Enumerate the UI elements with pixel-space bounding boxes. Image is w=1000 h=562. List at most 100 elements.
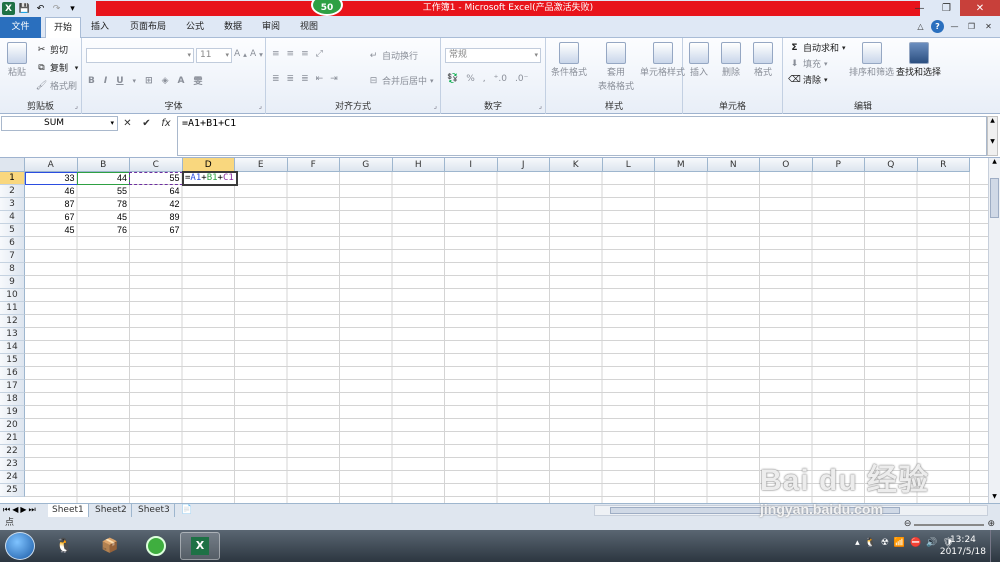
align-left-icon[interactable]: ≣ <box>272 74 280 84</box>
chevron-down-icon[interactable]: ▾ <box>133 77 137 85</box>
dialog-launcher-icon[interactable]: ⌟ <box>539 102 542 110</box>
row-header-13[interactable]: 13 <box>0 328 25 341</box>
fill-button[interactable]: ⬇ 填充 ▾ <box>789 57 828 71</box>
italic-button[interactable]: I <box>104 76 107 86</box>
tray-app-icon[interactable]: ☢ <box>881 538 889 548</box>
row-header-15[interactable]: 15 <box>0 354 25 367</box>
find-select-button[interactable]: 查找和选择 <box>896 42 941 78</box>
help-icon[interactable]: ? <box>931 20 944 33</box>
orientation-icon[interactable]: ⤢ <box>316 49 323 59</box>
column-header-c[interactable]: C <box>130 158 183 172</box>
copy-button[interactable]: ⧉ 复制 ▾ <box>36 61 82 75</box>
dialog-launcher-icon[interactable]: ⌟ <box>434 102 437 110</box>
row-header-6[interactable]: 6 <box>0 237 25 250</box>
new-sheet-icon[interactable]: 📄 <box>177 504 196 517</box>
dialog-launcher-icon[interactable]: ⌟ <box>259 102 262 110</box>
font-color-icon[interactable]: A <box>178 76 185 86</box>
tool-app-icon[interactable]: 📦 <box>90 532 130 560</box>
tab-file[interactable]: 文件 <box>0 17 41 38</box>
cell-b4[interactable]: 45 <box>78 211 131 224</box>
wrap-text-button[interactable]: ↵ 自动换行 <box>368 49 418 63</box>
first-sheet-icon[interactable]: ⏮ <box>3 505 10 515</box>
column-header-j[interactable]: J <box>497 158 550 172</box>
next-sheet-icon[interactable]: ▶ <box>20 505 26 515</box>
doc-minimize-icon[interactable]: — <box>948 20 961 33</box>
row-header-7[interactable]: 7 <box>0 250 25 263</box>
customize-qat-icon[interactable]: ▾ <box>66 2 79 15</box>
name-box[interactable]: SUM ▾ <box>1 116 118 131</box>
paste-button[interactable]: 粘贴 <box>7 42 27 78</box>
grow-font-button[interactable]: A ▴ A ▾ <box>234 49 263 59</box>
align-right-icon[interactable]: ≣ <box>301 74 309 84</box>
row-header-12[interactable]: 12 <box>0 315 25 328</box>
font-name-select[interactable]: ▾ <box>86 48 194 63</box>
column-header-e[interactable]: E <box>235 158 288 172</box>
cell-a3[interactable]: 87 <box>25 198 78 211</box>
format-cells-button[interactable]: 格式 <box>753 42 773 78</box>
format-as-table-button[interactable]: 套用 表格格式 <box>598 42 634 92</box>
doc-close-icon[interactable]: ✕ <box>982 20 995 33</box>
align-middle-icon[interactable]: ≡ <box>287 49 295 59</box>
redo-icon[interactable]: ↷ <box>50 2 63 15</box>
volume-icon[interactable]: 🔊 <box>926 538 937 548</box>
cell-c4[interactable]: 89 <box>130 211 183 224</box>
tab-view[interactable]: 视图 <box>294 17 324 38</box>
row-header-10[interactable]: 10 <box>0 289 25 302</box>
currency-icon[interactable]: 💱 <box>447 74 458 84</box>
qq-icon[interactable]: 🐧 <box>44 532 84 560</box>
increase-decimal-icon[interactable]: ⁺.0 <box>494 74 507 84</box>
sheet-tab-3[interactable]: Sheet3 <box>134 504 175 517</box>
row-header-5[interactable]: 5 <box>0 224 25 237</box>
prev-sheet-icon[interactable]: ◀ <box>12 505 18 515</box>
align-top-icon[interactable]: ≡ <box>272 49 280 59</box>
row-header-20[interactable]: 20 <box>0 419 25 432</box>
sheet-tab-2[interactable]: Sheet2 <box>91 504 132 517</box>
row-header-3[interactable]: 3 <box>0 198 25 211</box>
row-header-1[interactable]: 1 <box>0 172 25 185</box>
align-center-icon[interactable]: ≣ <box>287 74 295 84</box>
font-size-select[interactable]: 11 ▾ <box>196 48 232 63</box>
row-header-11[interactable]: 11 <box>0 302 25 315</box>
fill-color-icon[interactable]: ◈ <box>162 76 169 86</box>
row-header-23[interactable]: 23 <box>0 458 25 471</box>
undo-icon[interactable]: ↶ <box>34 2 47 15</box>
network-icon[interactable]: 📶 <box>894 538 905 548</box>
clear-button[interactable]: ⌫ 清除 ▾ <box>788 73 827 87</box>
cell-a5[interactable]: 45 <box>25 224 78 237</box>
row-header-14[interactable]: 14 <box>0 341 25 354</box>
autosum-button[interactable]: Σ 自动求和 ▾ <box>789 41 845 55</box>
row-header-22[interactable]: 22 <box>0 445 25 458</box>
formula-bar-expand[interactable]: ▲ ▼ <box>987 116 998 156</box>
cut-button[interactable]: ✂ 剪切 <box>36 43 68 57</box>
column-header-k[interactable]: K <box>550 158 603 172</box>
tray-qq-icon[interactable]: 🐧 <box>865 538 876 548</box>
sort-filter-button[interactable]: 排序和筛选 <box>849 42 894 78</box>
start-button[interactable] <box>5 532 35 560</box>
column-header-m[interactable]: M <box>655 158 708 172</box>
tray-expand-icon[interactable]: ▴ <box>855 538 860 548</box>
row-header-2[interactable]: 2 <box>0 185 25 198</box>
column-header-f[interactable]: F <box>287 158 340 172</box>
insert-function-icon[interactable]: fx <box>161 118 170 129</box>
restore-button[interactable]: ❐ <box>933 0 960 16</box>
decrease-indent-icon[interactable]: ⇤ <box>316 74 324 84</box>
tab-formulas[interactable]: 公式 <box>180 17 210 38</box>
formula-input[interactable]: =A1+B1+C1 <box>177 116 987 156</box>
doc-restore-icon[interactable]: ❐ <box>965 20 978 33</box>
bold-button[interactable]: B <box>88 76 95 86</box>
cell-b2[interactable]: 55 <box>78 185 131 198</box>
tab-page-layout[interactable]: 页面布局 <box>125 17 171 38</box>
column-header-p[interactable]: P <box>812 158 865 172</box>
tab-data[interactable]: 数据 <box>218 17 248 38</box>
excel-logo-icon[interactable]: X <box>2 2 15 15</box>
browser-icon[interactable] <box>136 532 176 560</box>
column-header-l[interactable]: L <box>602 158 655 172</box>
scroll-up-icon[interactable]: ▲ <box>989 158 1000 168</box>
cancel-icon[interactable]: ✕ <box>123 118 131 129</box>
row-header-17[interactable]: 17 <box>0 380 25 393</box>
column-header-g[interactable]: G <box>340 158 393 172</box>
phonetic-icon[interactable]: 雯 <box>194 74 203 87</box>
active-cell-d1[interactable]: =A1+B1+C1 <box>182 171 238 186</box>
cell-styles-button[interactable]: 单元格样式 <box>640 42 685 78</box>
minimize-button[interactable]: — <box>906 0 933 16</box>
